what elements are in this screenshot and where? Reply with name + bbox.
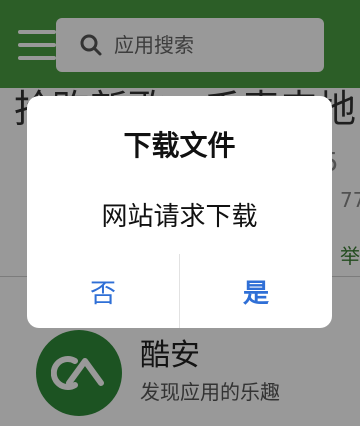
download-dialog: 下载文件 网站请求下载 否 是 [27,96,332,328]
confirm-button[interactable]: 是 [180,254,332,328]
dialog-message: 网站请求下载 [101,202,258,232]
cancel-button[interactable]: 否 [27,254,179,328]
dialog-title: 下载文件 [123,129,236,162]
